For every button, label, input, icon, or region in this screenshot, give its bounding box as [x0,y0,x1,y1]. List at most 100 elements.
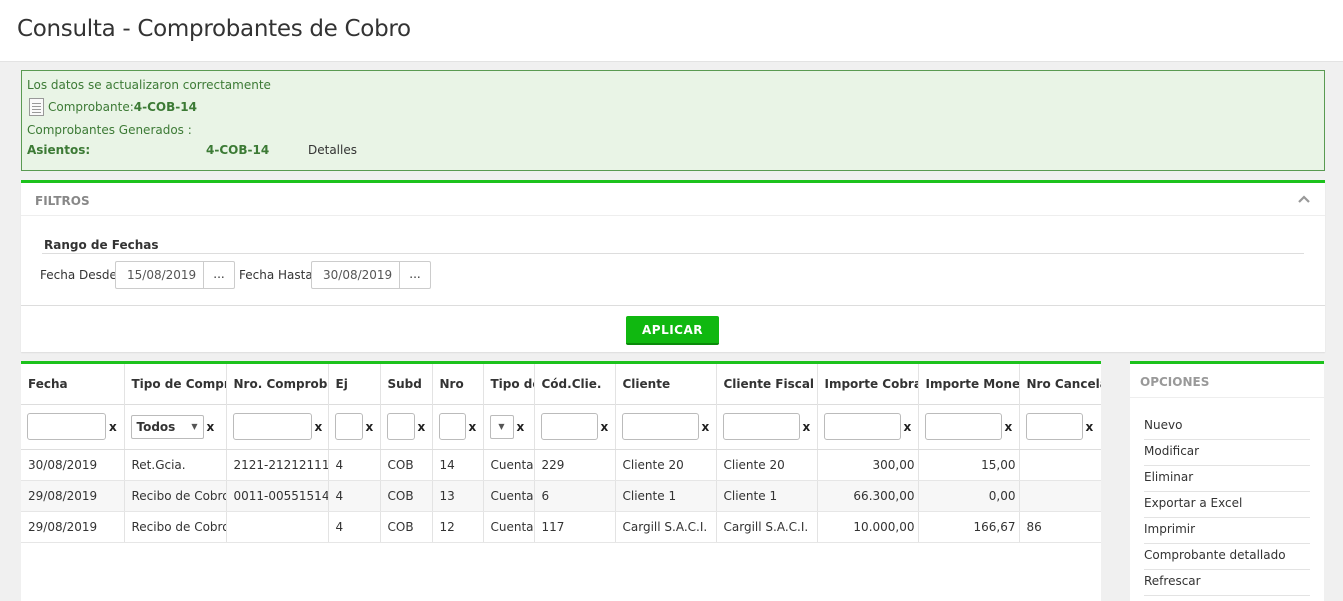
clear-filter-icon[interactable]: x [469,420,477,434]
filter-input[interactable] [924,413,1002,440]
column-header[interactable]: Cliente Fiscal [716,364,818,404]
column-header[interactable]: Tipo de [483,364,535,404]
table-cell: 29/08/2019 [21,511,125,543]
table-cell: 229 [534,449,616,481]
table-cell: 6 [534,480,616,512]
filter-cell: x [534,403,616,450]
page-header: Consulta - Comprobantes de Cobro [0,0,1343,62]
table-cell: 4 [328,511,381,543]
column-header[interactable]: Subd [380,364,433,404]
fecha-hasta-label: Fecha Hasta [239,268,313,282]
column-header[interactable]: Ej [328,364,381,404]
clear-filter-icon[interactable]: x [1086,420,1094,434]
table-row[interactable]: 30/08/2019 Ret.Gcia. 2121-21212111 4 COB 14 Cu… [21,449,1101,481]
comprobante-line: Comprobante: 4-COB-14 [29,98,197,116]
apply-button[interactable]: APLICAR [626,316,719,345]
divider [1130,397,1324,398]
clear-filter-icon[interactable]: x [207,420,215,434]
option-item[interactable]: Refrescar [1144,570,1310,596]
clear-filter-icon[interactable]: x [601,420,609,434]
filter-input[interactable] [334,413,363,440]
filter-select[interactable]: Todos ▼ [130,414,204,439]
table-cell: 30/08/2019 [21,449,125,481]
fecha-hasta-picker-button[interactable]: ... [400,262,430,288]
filter-cell: x [615,403,717,450]
column-header[interactable]: Nro Cancela [1019,364,1101,404]
table-cell: Recibo de Cobro [124,511,227,543]
column-header[interactable]: Nro [432,364,484,404]
fecha-desde-input[interactable]: 15/08/2019 [116,262,204,288]
fecha-hasta-field: 30/08/2019 ... [311,261,431,289]
table-cell: 14 [432,449,484,481]
clear-filter-icon[interactable]: x [517,420,525,434]
table-cell: Cliente 1 [716,480,818,512]
clear-filter-icon[interactable]: x [109,420,117,434]
success-message: Los datos se actualizaron correctamente … [21,70,1325,171]
fecha-hasta-input[interactable]: 30/08/2019 [312,262,400,288]
table-cell: 2121-21212111 [226,449,329,481]
results-grid: FechaTipo de ComproNro. ComprobarEjSubdN… [21,361,1101,601]
table-cell: Cliente 1 [615,480,717,512]
filter-input[interactable] [1025,413,1083,440]
column-header[interactable]: Tipo de Compro [124,364,227,404]
option-item[interactable]: Modificar [1144,440,1310,466]
filter-row: x Todos ▼ x x x x x ▼ x x x x x x x [21,403,1101,450]
option-item[interactable]: Nuevo [1144,414,1310,440]
clear-filter-icon[interactable]: x [315,420,323,434]
column-header[interactable]: Nro. Comprobar [226,364,329,404]
option-item[interactable]: Eliminar [1144,466,1310,492]
table-row[interactable]: 29/08/2019 Recibo de Cobro 0011-00551514 4 C… [21,480,1101,512]
filter-input[interactable] [540,413,598,440]
clear-filter-icon[interactable]: x [803,420,811,434]
fecha-desde-field: 15/08/2019 ... [115,261,235,289]
filter-cell: x [716,403,818,450]
table-cell: 13 [432,480,484,512]
asientos-label: Asientos: [27,143,91,157]
chevron-up-icon[interactable] [1297,192,1311,206]
filter-cell: x [328,403,381,450]
column-header[interactable]: Importe Cobrad [817,364,919,404]
clear-filter-icon[interactable]: x [366,420,374,434]
document-icon [29,98,44,116]
option-item[interactable]: Comprobante detallado [1144,544,1310,570]
column-header[interactable]: Importe Moned [918,364,1020,404]
asientos-link[interactable]: 4-COB-14 [206,143,269,157]
options-panel: OPCIONES Nuevo Modificar Eliminar Exportar … [1130,361,1324,601]
option-item[interactable]: Imprimir [1144,518,1310,544]
fecha-desde-label: Fecha Desde [40,268,117,282]
table-cell: 15,00 [918,449,1020,481]
detalles-link[interactable]: Detalles [308,143,357,157]
filter-input[interactable] [621,413,699,440]
filter-input[interactable] [27,413,106,440]
filter-select[interactable]: ▼ [489,414,514,439]
filter-input[interactable] [438,413,466,440]
table-cell: 166,67 [918,511,1020,543]
table-cell [226,511,329,543]
generados-label: Comprobantes Generados : [27,123,192,137]
options-title: OPCIONES [1140,375,1210,389]
filter-cell: x [432,403,484,450]
filter-input[interactable] [823,413,901,440]
divider [42,253,1304,254]
table-cell: COB [380,449,433,481]
filter-input[interactable] [386,413,415,440]
column-header[interactable]: Fecha [21,364,125,404]
column-header[interactable]: Cód.Clie. [534,364,616,404]
clear-filter-icon[interactable]: x [702,420,710,434]
comprobante-link[interactable]: 4-COB-14 [134,100,197,114]
table-cell: 66.300,00 [817,480,919,512]
filter-input[interactable] [232,413,312,440]
clear-filter-icon[interactable]: x [1005,420,1013,434]
column-header[interactable]: Cliente [615,364,717,404]
table-cell: Recibo de Cobro [124,480,227,512]
fecha-desde-picker-button[interactable]: ... [204,262,234,288]
clear-filter-icon[interactable]: x [904,420,912,434]
clear-filter-icon[interactable]: x [418,420,426,434]
option-item[interactable]: Exportar a Excel [1144,492,1310,518]
comprobante-label: Comprobante: [48,100,134,114]
table-cell: 117 [534,511,616,543]
divider [21,215,1325,216]
filter-input[interactable] [722,413,800,440]
table-cell: Cuenta [483,449,535,481]
table-row[interactable]: 29/08/2019 Recibo de Cobro 4 COB 12 Cuenta 117… [21,511,1101,543]
